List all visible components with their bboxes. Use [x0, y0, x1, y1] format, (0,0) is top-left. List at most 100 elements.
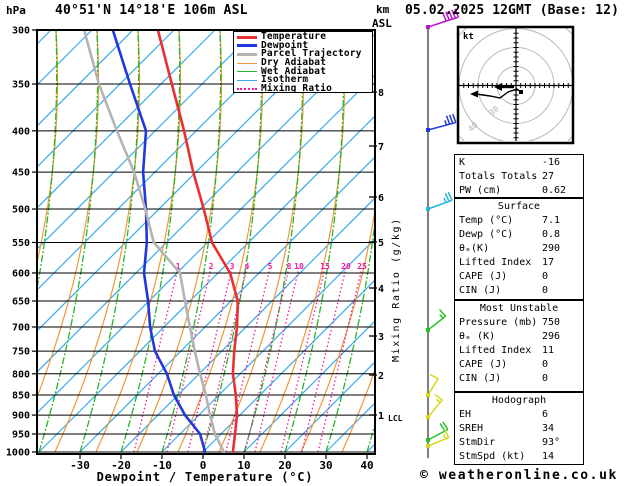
panel-row-value: 14 — [542, 451, 555, 462]
panel-row: SREH 34 — [458, 422, 580, 436]
dry-adiabat-line — [341, 368, 375, 453]
panel-row: θₑ(K) 290 — [458, 242, 580, 256]
panel-row-label: PW (cm) — [459, 185, 502, 196]
panel-row-value: 11 — [542, 345, 555, 356]
legend-item: Mixing Ratio — [237, 82, 372, 94]
panel-row-value: 6 — [542, 409, 549, 420]
hodograph-ring-label: 40 — [466, 120, 479, 133]
pressure-tick-label: 500 — [12, 205, 30, 216]
panel-row-value: 0.8 — [542, 229, 561, 240]
datetime-title: 05.02.2025 12GMT (Base: 12) — [405, 3, 620, 18]
skewt-sounding-page: 1 2 3 4 5 8 10 15 20 25 300 350 400 450 500 550 600 650 70… — [0, 0, 629, 486]
wet-adiabat-line — [79, 30, 140, 453]
panel-row-label: CAPE (J) — [459, 359, 508, 370]
stability-indices-panel: K -16 Totals Totals 27 PW (cm) 0.62 — [454, 154, 584, 198]
panel-row-label: CAPE (J) — [459, 271, 508, 282]
mixing-ratio-line — [244, 267, 290, 453]
mixing-ratio-axis-label: Mixing Ratio (g/kg) — [391, 217, 402, 362]
panel-row: Lifted Index 11 — [458, 344, 580, 358]
panel-row-label: StmDir — [459, 437, 496, 448]
panel-row-label: Dewp (°C) — [459, 229, 514, 240]
panel-row: CIN (J) 0 — [458, 372, 580, 386]
wind-barb — [426, 309, 447, 332]
panel-row: StmDir 93° — [458, 436, 580, 450]
pressure-tick-label: 400 — [12, 126, 30, 137]
panel-title: Most Unstable — [479, 303, 559, 314]
mixing-ratio-value-label: 25 — [357, 262, 367, 271]
panel-row: CAPE (J) 0 — [458, 358, 580, 372]
panel-row-label: StmSpd (kt) — [459, 451, 526, 462]
pressure-tick-label: 950 — [12, 430, 30, 441]
panel-row: PW (cm) 0.62 — [458, 184, 580, 198]
wind-barb — [426, 113, 457, 132]
hodograph-trace-arrowhead — [470, 90, 478, 98]
panel-row: Pressure (mb) 750 — [458, 316, 580, 330]
pressure-tick-label: 850 — [12, 391, 30, 402]
station-title: 40°51'N 14°18'E 106m ASL — [55, 3, 248, 18]
x-axis-title: Dewpoint / Temperature (°C) — [96, 470, 314, 484]
panel-row-label: Pressure (mb) — [459, 317, 538, 328]
pressure-unit-label: hPa — [6, 4, 26, 17]
pressure-tick-label: 600 — [12, 268, 30, 279]
panel-row-value: 17 — [542, 257, 555, 268]
panel-row: EH 6 — [458, 408, 580, 422]
surface-panel: Surface Temp (°C) 7.1 Dewp (°C) 0.8 θₑ(K) 290 L… — [454, 198, 584, 300]
legend-swatch-parcel-trajectory — [237, 52, 257, 56]
km-tick-label: 4 — [378, 284, 384, 295]
legend-swatch-wet-adiabat — [237, 71, 257, 73]
km-tick-label: 5 — [378, 238, 384, 249]
pressure-tick-label: 450 — [12, 168, 30, 179]
panel-row-value: 296 — [542, 331, 561, 342]
mixing-ratio-value-label: 3 — [230, 262, 235, 271]
km-tick-label: 6 — [378, 193, 384, 204]
panel-row: Lifted Index 17 — [458, 256, 580, 270]
mixing-ratio-value-label: 10 — [294, 262, 304, 271]
panel-row-value: 290 — [542, 243, 561, 254]
panel-row-value: -16 — [542, 157, 561, 168]
credit-footer: © weatheronline.co.uk — [420, 468, 618, 483]
km-tick-label: 1 — [378, 411, 384, 422]
panel-title: Hodograph — [491, 395, 547, 406]
km-tick-label: 2 — [378, 371, 384, 382]
pressure-tick-label: 650 — [12, 297, 30, 308]
panel-row: Dewp (°C) 0.8 — [458, 228, 580, 242]
panel-row-value: 0 — [542, 285, 549, 296]
legend-swatch-mixing-ratio — [237, 87, 257, 90]
pressure-tick-label: 900 — [12, 411, 30, 422]
mixing-ratio-value-label: 4 — [245, 262, 250, 271]
panel-row-value: 93° — [542, 437, 561, 448]
pressure-tick-label: 700 — [12, 322, 30, 333]
legend-box: Temperature Dewpoint Parcel Trajectory Dry … — [233, 31, 373, 93]
panel-row-value: 750 — [542, 317, 561, 328]
legend-swatch-dewpoint — [237, 44, 257, 48]
panel-row-label: Totals Totals — [459, 171, 538, 182]
panel-row: CAPE (J) 0 — [458, 270, 580, 284]
hodograph-unit-label: kt — [463, 32, 474, 42]
panel-row-label: Lifted Index — [459, 345, 532, 356]
mixing-ratio-value-label: 15 — [320, 262, 330, 271]
legend-item-label: Mixing Ratio — [261, 82, 333, 94]
panel-row-value: 34 — [542, 423, 555, 434]
panel-row-label: K — [459, 157, 466, 168]
mixing-ratio-value-label: 20 — [341, 262, 351, 271]
legend-swatch-dry-adiabat — [237, 62, 257, 64]
mixing-ratio-line — [280, 267, 326, 453]
most-unstable-panel: Most Unstable Pressure (mb) 750 θₑ (K) 296 Li… — [454, 300, 584, 392]
hodograph-ring-label: 30 — [487, 104, 500, 117]
panel-row-label: EH — [459, 409, 472, 420]
sounding-curves — [82, 30, 240, 454]
panel-row-value: 0 — [542, 373, 549, 384]
mixing-ratio-value-label: 5 — [268, 262, 273, 271]
panel-row-label: SREH — [459, 423, 484, 434]
lcl-label: LCL — [388, 414, 403, 423]
pressure-tick-label: 550 — [12, 238, 30, 249]
km-tick-label: 8 — [378, 88, 384, 99]
panel-row-label: θₑ (K) — [459, 331, 496, 342]
wet-adiabat-line — [38, 30, 99, 453]
pressure-tick-label: 300 — [12, 26, 30, 37]
pressure-tick-label: 750 — [12, 347, 30, 358]
panel-row-label: CIN (J) — [459, 285, 502, 296]
altitude-unit-label: km — [376, 3, 390, 16]
panel-row-value: 0 — [542, 271, 549, 282]
panel-row-label: θₑ(K) — [459, 243, 490, 254]
